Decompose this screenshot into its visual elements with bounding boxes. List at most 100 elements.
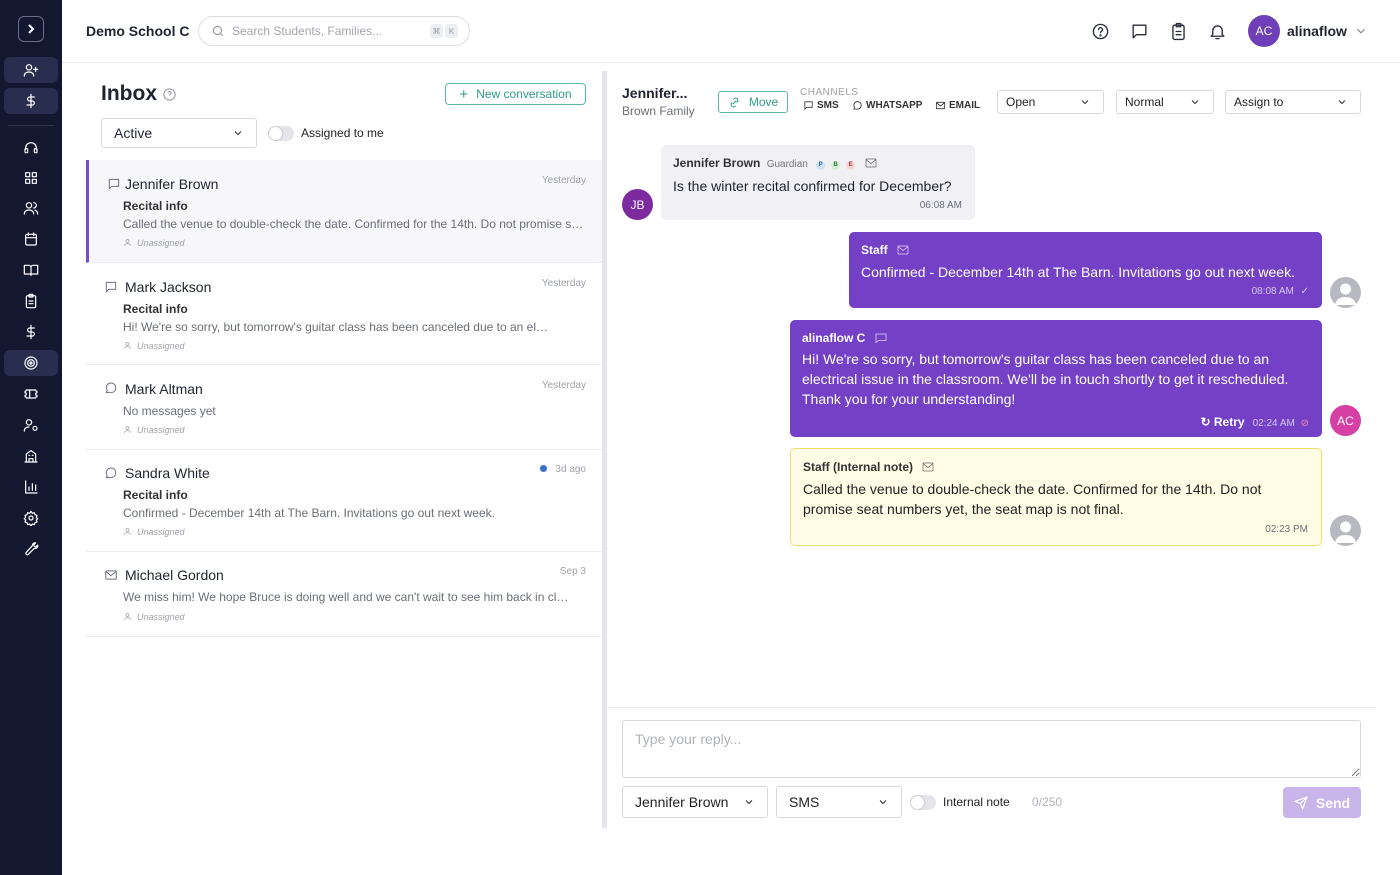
inbox-help-icon[interactable] [162, 87, 177, 102]
assignee-label: Unassigned [137, 527, 185, 537]
inbox-pane: Inbox + New conversation Active Assigned … [86, 63, 602, 828]
add-student-nav-icon[interactable] [4, 57, 58, 83]
help-circle-icon [163, 88, 176, 101]
plus-icon: + [459, 85, 469, 103]
reports-nav-icon[interactable] [16, 474, 46, 500]
channel-email[interactable]: EMAIL [935, 100, 980, 111]
send-button[interactable]: Send [1283, 787, 1361, 818]
user-placeholder-icon [1335, 283, 1356, 305]
sender-name: Jennifer Brown [673, 156, 761, 170]
user-name[interactable]: alinaflow [1287, 23, 1347, 39]
new-conversation-label: New conversation [476, 87, 572, 101]
user-settings-nav-icon[interactable] [16, 412, 46, 438]
conversation-name: Jennifer Brown [125, 176, 219, 192]
recipient-select[interactable]: Jennifer Brown [622, 786, 768, 818]
message-time: 02:23 PM [1265, 524, 1308, 535]
dollar-icon [26, 93, 35, 109]
assign-to-select[interactable]: Assign to [1225, 90, 1361, 114]
tasks-nav-icon[interactable] [16, 288, 46, 314]
wrench-icon [25, 542, 39, 556]
message-bubble-outgoing: alinaflow C Hi! We're so sorry, but tomo… [790, 320, 1322, 437]
conversation-item[interactable]: Jennifer Brown Yesterday Recital info Ca… [86, 160, 602, 263]
assigned-to-me-toggle[interactable] [268, 126, 294, 141]
channel-whatsapp[interactable]: WHATSAPP [852, 100, 922, 111]
priority-select[interactable]: Normal [1116, 90, 1214, 114]
conversation-item[interactable]: Mark Altman Yesterday No messages yet Un… [86, 365, 602, 450]
retry-button[interactable]: ↻ Retry [1200, 415, 1244, 429]
chevron-down-icon [745, 800, 753, 805]
messages-nav-icon[interactable] [4, 350, 58, 376]
channel-select[interactable]: SMS [776, 786, 902, 818]
support-nav-icon[interactable] [16, 135, 46, 161]
new-conversation-button[interactable]: + New conversation [445, 83, 586, 105]
channel-sms[interactable]: SMS [803, 100, 839, 111]
clipboard-icon [25, 293, 37, 309]
conversation-assignee: Unassigned [123, 341, 185, 351]
mail-icon [104, 568, 118, 582]
calendar-nav-icon[interactable] [16, 226, 46, 252]
message-bubble-outgoing: Staff Confirmed - December 14th at The B… [849, 232, 1322, 308]
gear-icon [23, 510, 39, 526]
recipient-value: Jennifer Brown [635, 794, 729, 810]
tools-nav-icon[interactable] [16, 536, 46, 562]
users-icon [23, 202, 39, 215]
mail-icon [897, 245, 909, 255]
billing-nav-icon[interactable] [4, 88, 58, 114]
conversation-name: Mark Jackson [125, 279, 212, 295]
message-time: 08:08 AM ✓ [1252, 286, 1309, 297]
status-select[interactable]: Open [997, 90, 1104, 114]
move-button[interactable]: Move [718, 91, 788, 113]
messages-button[interactable] [1128, 20, 1150, 42]
conversation-name: Michael Gordon [125, 567, 224, 583]
conversation-item[interactable]: Mark Jackson Yesterday Recital info Hi! … [86, 263, 602, 365]
user-plus-icon [23, 64, 39, 77]
conversation-subject: Recital info [123, 199, 188, 213]
user-icon [124, 426, 131, 433]
conversation-list: Jennifer Brown Yesterday Recital info Ca… [86, 160, 602, 637]
message-text: Hi! We're so sorry, but tomorrow's guita… [802, 351, 1289, 407]
building-icon [24, 450, 38, 463]
expand-sidebar-button[interactable] [18, 16, 44, 42]
conversation-assignee: Unassigned [123, 527, 185, 537]
global-search[interactable]: ⌘ K [198, 16, 470, 46]
dollar-icon [26, 324, 35, 340]
payments-nav-icon[interactable] [16, 319, 46, 345]
message-sender: Jennifer Brown Guardian PBE [673, 156, 877, 170]
dashboard-nav-icon[interactable] [16, 165, 46, 191]
message-text: Called the venue to double-check the dat… [803, 481, 1262, 517]
help-button[interactable] [1089, 20, 1111, 42]
headset-icon [24, 142, 38, 154]
conversation-time-label: 3d ago [555, 464, 586, 475]
conversation-time: Yesterday [541, 175, 586, 186]
people-nav-icon[interactable] [16, 195, 46, 221]
contact-family: Brown Family [622, 104, 695, 118]
notifications-button[interactable] [1206, 20, 1228, 42]
user-icon [124, 342, 131, 349]
reply-textarea[interactable] [622, 720, 1361, 778]
internal-note-toggle[interactable] [910, 795, 936, 810]
grid-icon [25, 172, 37, 184]
tickets-nav-icon[interactable] [16, 381, 46, 407]
badge-e: E [846, 161, 856, 170]
badge-p: P [816, 161, 826, 170]
user-icon [124, 613, 131, 620]
contact-name[interactable]: Jennifer... [622, 85, 687, 101]
settings-nav-icon[interactable] [16, 505, 46, 531]
conversation-preview: Confirmed - December 14th at The Barn. I… [123, 506, 495, 520]
assign-to-placeholder: Assign to [1234, 95, 1284, 109]
status-filter-select[interactable]: Active [101, 118, 257, 148]
reply-composer: Jennifer Brown SMS Internal note 0/250 S… [607, 707, 1376, 875]
conversation-item[interactable]: Sandra White 3d ago Recital info Confirm… [86, 450, 602, 552]
conversation-item[interactable]: Michael Gordon Sep 3 We miss him! We hop… [86, 552, 602, 637]
conversation-time: Sep 3 [559, 566, 586, 577]
tasks-button[interactable] [1167, 20, 1189, 42]
book-icon [23, 264, 39, 276]
school-nav-icon[interactable] [16, 443, 46, 469]
curriculum-nav-icon[interactable] [16, 257, 46, 283]
channel-sms-label: SMS [817, 100, 839, 111]
search-input[interactable] [232, 24, 422, 38]
user-avatar[interactable]: AC [1248, 15, 1280, 47]
message-time-label: 08:08 AM [1251, 286, 1294, 297]
user-menu-chevron[interactable] [1354, 24, 1368, 38]
move-label: Move [748, 95, 779, 109]
